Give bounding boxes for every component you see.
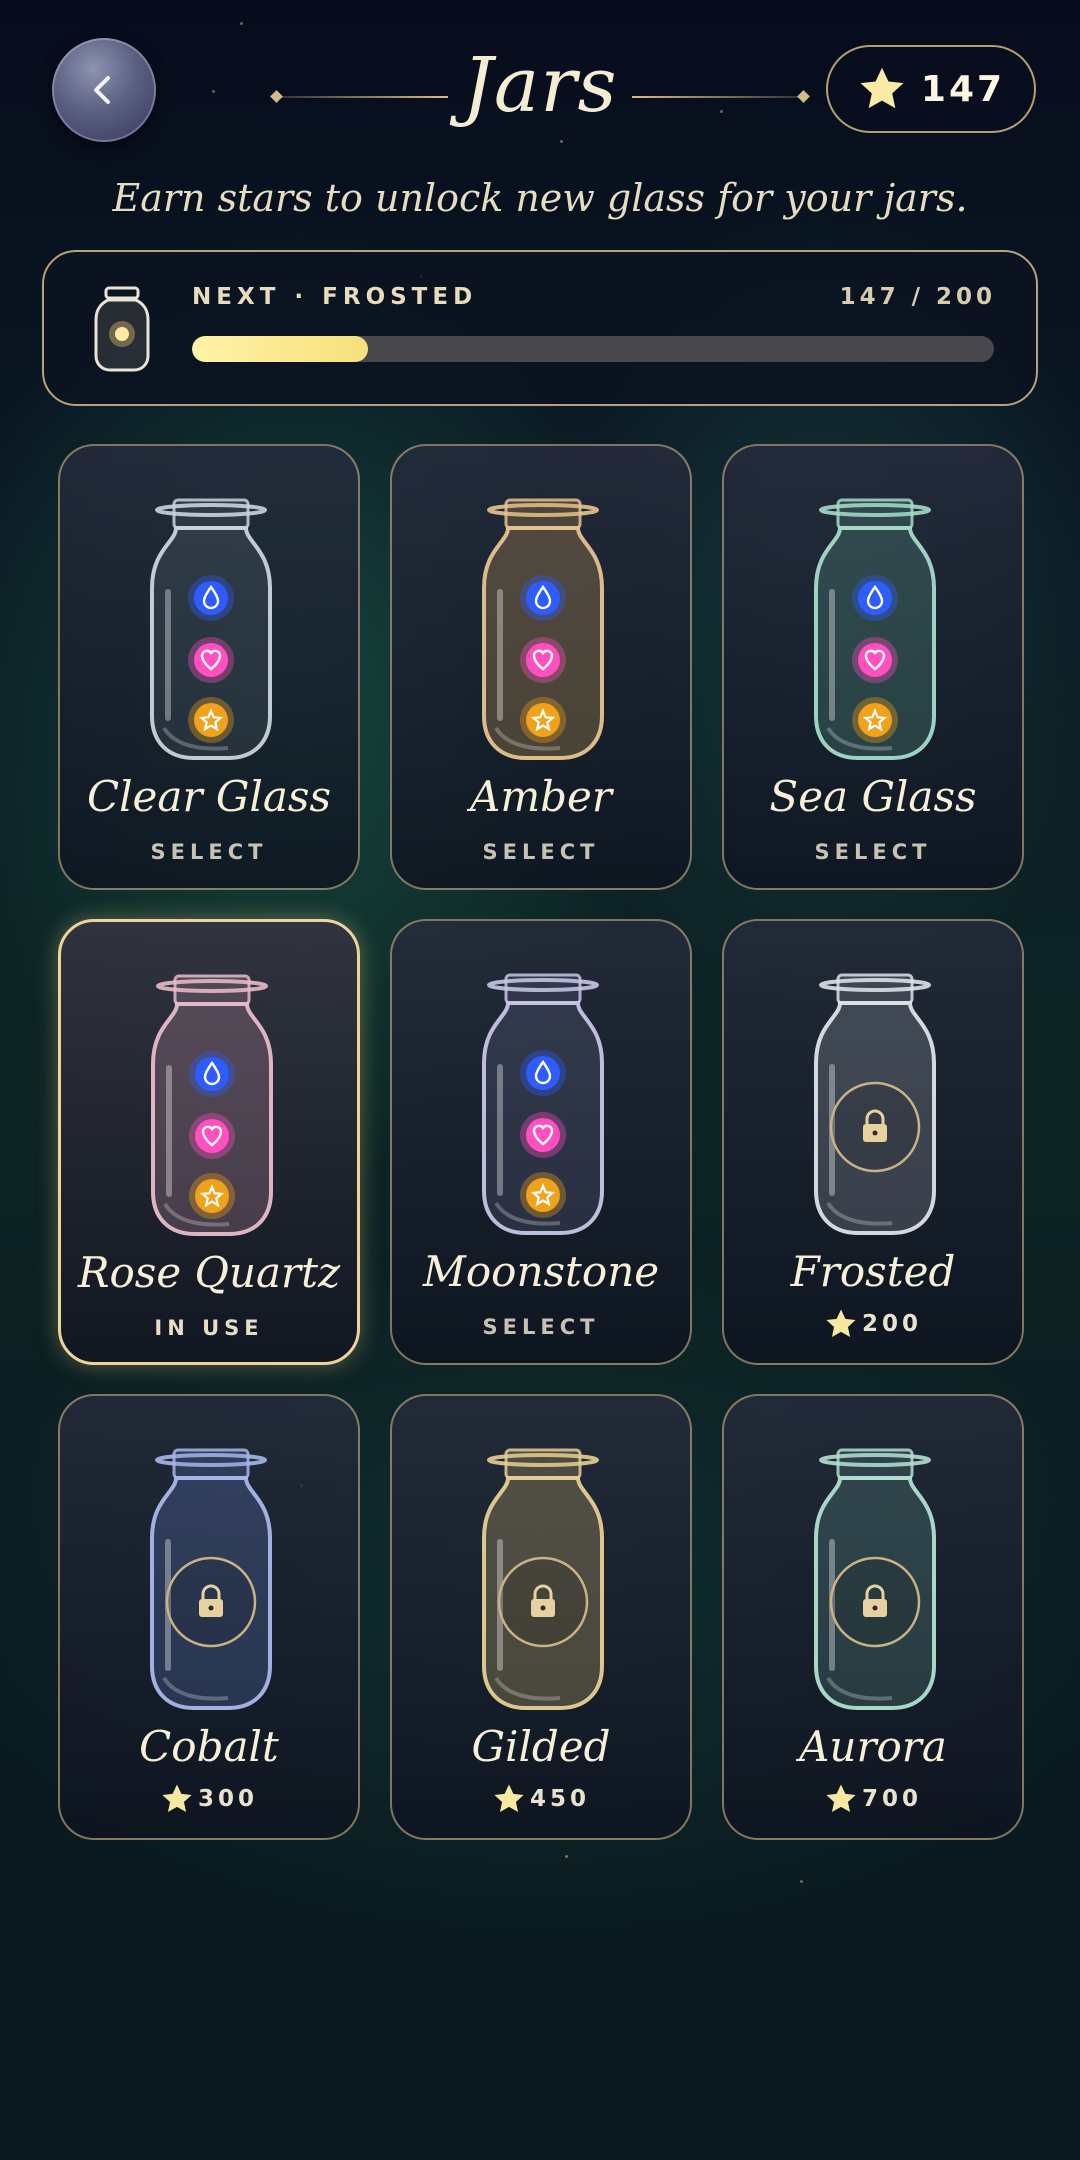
background-star bbox=[240, 22, 243, 25]
next-prefix: NEXT bbox=[192, 284, 281, 310]
jar-card-clear-glass[interactable]: Clear Glass SELECT bbox=[58, 444, 360, 890]
jar-card-frosted[interactable]: Frosted 200 bbox=[722, 919, 1024, 1365]
progress-count: 147 / 200 bbox=[839, 284, 996, 310]
jar-card-cobalt[interactable]: Cobalt 300 bbox=[58, 1394, 360, 1840]
jar-illustration bbox=[150, 498, 272, 760]
jar-name: Rose Quartz bbox=[77, 1248, 341, 1297]
jar-illustration bbox=[482, 973, 604, 1235]
background-star bbox=[565, 1855, 568, 1858]
jar-name: Cobalt bbox=[139, 1722, 279, 1771]
star-icon bbox=[162, 1784, 192, 1813]
jar-card-gilded[interactable]: Gilded 450 bbox=[390, 1394, 692, 1840]
jar-icon bbox=[94, 286, 150, 372]
background-star bbox=[800, 1880, 803, 1883]
jar-name: Amber bbox=[470, 772, 612, 821]
jar-name: Aurora bbox=[799, 1722, 947, 1771]
star-icon bbox=[494, 1784, 524, 1813]
select-label: SELECT bbox=[482, 840, 600, 864]
jar-name: Moonstone bbox=[422, 1247, 660, 1296]
select-label: SELECT bbox=[150, 840, 268, 864]
next-unlock-label: NEXT · FROSTED bbox=[192, 284, 477, 310]
background-star bbox=[212, 90, 215, 93]
star-balance: 147 bbox=[826, 45, 1036, 133]
star-icon bbox=[860, 67, 904, 109]
progress-bar-track bbox=[192, 336, 994, 362]
jar-illustration bbox=[814, 973, 936, 1235]
jar-name: Gilded bbox=[471, 1722, 611, 1771]
label-separator: · bbox=[294, 284, 309, 310]
jar-illustration bbox=[814, 1448, 936, 1710]
price-value: 450 bbox=[529, 1786, 590, 1812]
unlock-price: 450 bbox=[392, 1782, 690, 1816]
star-icon bbox=[826, 1309, 856, 1338]
unlock-price: 700 bbox=[724, 1782, 1022, 1816]
jar-illustration bbox=[814, 498, 936, 760]
jar-name: Frosted bbox=[790, 1247, 956, 1296]
jar-card-aurora[interactable]: Aurora 700 bbox=[722, 1394, 1024, 1840]
jar-card-rose-quartz[interactable]: Rose Quartz IN USE bbox=[58, 919, 360, 1365]
page-title: Jars bbox=[462, 40, 618, 129]
back-button[interactable] bbox=[52, 38, 156, 142]
jar-card-amber[interactable]: Amber SELECT bbox=[390, 444, 692, 890]
price-value: 300 bbox=[197, 1786, 258, 1812]
jar-grid: Clear Glass SELECT Amber SELECT Sea Glass SEL… bbox=[58, 444, 1024, 1840]
chevron-left-icon bbox=[94, 76, 110, 104]
title-block: Jars bbox=[270, 40, 810, 150]
jar-name: Clear Glass bbox=[86, 772, 332, 821]
price-value: 200 bbox=[861, 1311, 922, 1337]
jar-name: Sea Glass bbox=[769, 772, 977, 821]
star-icon bbox=[826, 1784, 856, 1813]
star-balance-count: 147 bbox=[920, 68, 1006, 110]
jar-illustration bbox=[482, 1448, 604, 1710]
select-label: SELECT bbox=[482, 1315, 600, 1339]
jar-illustration bbox=[482, 498, 604, 760]
jar-card-moonstone[interactable]: Moonstone SELECT bbox=[390, 919, 692, 1365]
jar-illustration bbox=[151, 974, 273, 1236]
in-use-label: IN USE bbox=[154, 1316, 264, 1340]
unlock-progress-panel: NEXT · FROSTED 147 / 200 bbox=[42, 250, 1038, 406]
subtitle: Earn stars to unlock new glass for your … bbox=[112, 176, 968, 220]
jar-card-sea-glass[interactable]: Sea Glass SELECT bbox=[722, 444, 1024, 890]
unlock-price: 300 bbox=[60, 1782, 358, 1816]
price-value: 700 bbox=[861, 1786, 922, 1812]
next-jar-name: FROSTED bbox=[322, 284, 478, 310]
jar-illustration bbox=[150, 1448, 272, 1710]
unlock-price: 200 bbox=[724, 1307, 1022, 1341]
title-ornament bbox=[632, 96, 802, 98]
select-label: SELECT bbox=[814, 840, 932, 864]
progress-bar-fill bbox=[192, 336, 369, 362]
